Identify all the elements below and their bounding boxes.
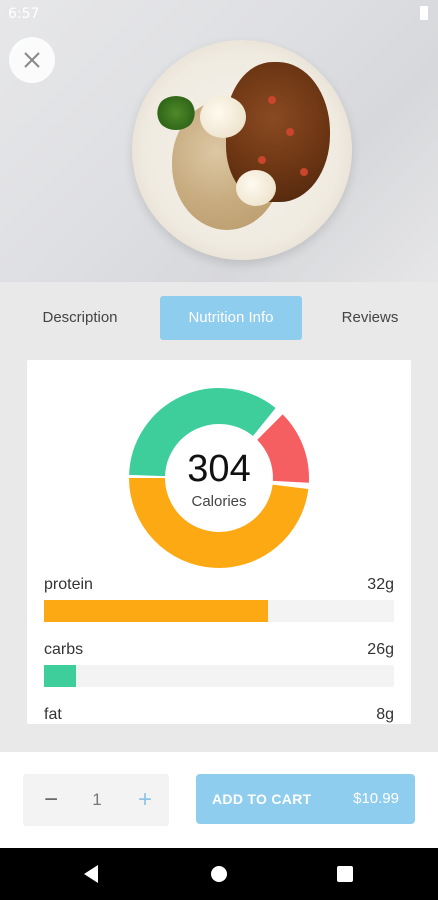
nutrient-bar-fill-carbs	[44, 665, 76, 687]
plus-icon[interactable]: +	[127, 774, 163, 826]
nutrient-value: 26g	[367, 641, 394, 658]
cauliflower-piece	[236, 170, 276, 206]
nutrient-name: protein	[44, 576, 93, 593]
nutrient-row-carbs: carbs 26g	[44, 641, 394, 693]
tab-bar: Description Nutrition Info Reviews	[0, 296, 438, 340]
minus-icon[interactable]: −	[33, 774, 69, 826]
calorie-count: 304	[187, 448, 251, 490]
nutrient-row-protein: protein 32g	[44, 576, 394, 628]
tomato-piece	[268, 96, 276, 104]
tomato-piece	[286, 128, 294, 136]
nutrient-bar-fill-protein	[44, 600, 268, 622]
price: $10.99	[353, 790, 399, 807]
quantity-stepper: − 1 +	[23, 774, 169, 826]
status-bar: 6:57	[0, 0, 438, 28]
herb-garnish	[156, 96, 196, 130]
home-icon[interactable]	[211, 866, 227, 882]
nutrient-bar-track	[44, 665, 394, 687]
nutrient-row-fat: fat 8g	[44, 706, 394, 724]
tab-description[interactable]: Description	[20, 296, 140, 340]
back-icon[interactable]	[84, 865, 98, 883]
dish-hero-image	[0, 0, 438, 282]
tab-reviews[interactable]: Reviews	[320, 296, 420, 340]
quantity-value: 1	[92, 790, 102, 809]
nutrient-value: 8g	[376, 706, 394, 723]
nutrient-name: fat	[44, 706, 62, 723]
close-button[interactable]	[9, 37, 55, 83]
add-to-cart-button[interactable]: ADD TO CART $10.99	[196, 774, 415, 824]
battery-icon	[420, 6, 428, 20]
calorie-label: Calories	[191, 493, 247, 510]
cauliflower-piece	[200, 96, 246, 138]
nutrient-value: 32g	[367, 576, 394, 593]
recent-apps-icon[interactable]	[337, 866, 353, 882]
add-to-cart-label: ADD TO CART	[212, 791, 312, 807]
nutrient-name: carbs	[44, 641, 84, 658]
tab-nutrition-info[interactable]: Nutrition Info	[160, 296, 302, 340]
nutrition-card: 304 Calories protein 32g carbs 26g fat 8…	[27, 360, 411, 724]
close-icon	[24, 52, 40, 68]
status-time: 6:57	[8, 6, 40, 22]
system-nav-bar	[0, 848, 438, 900]
tomato-piece	[300, 168, 308, 176]
cart-bar: − 1 + ADD TO CART $10.99	[0, 752, 438, 848]
tomato-piece	[258, 156, 266, 164]
nutrient-bar-track	[44, 600, 394, 622]
